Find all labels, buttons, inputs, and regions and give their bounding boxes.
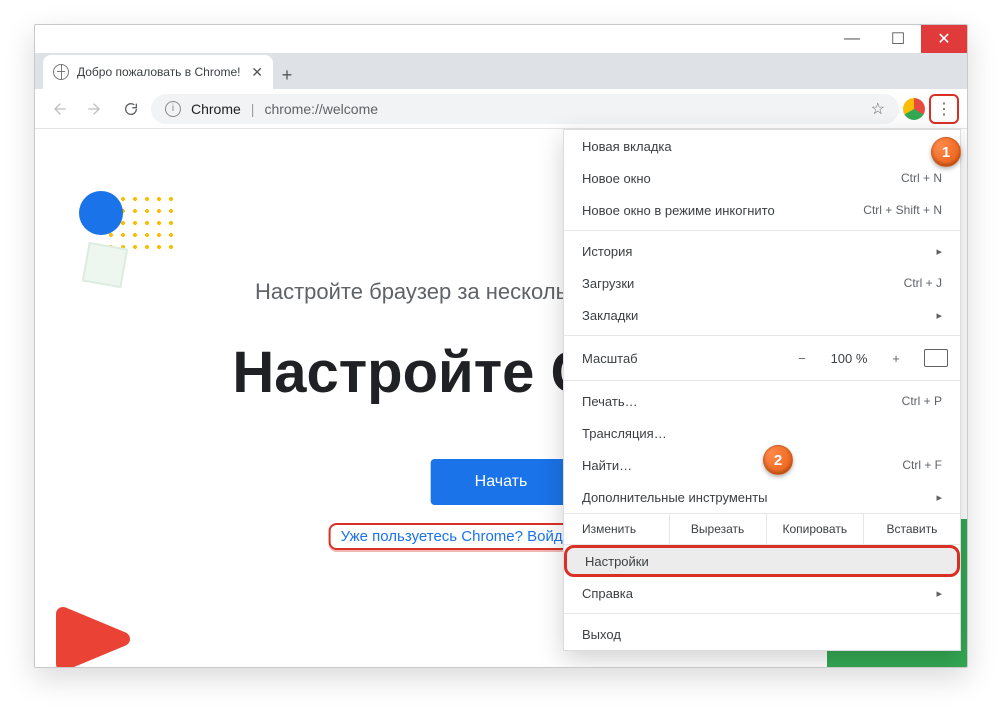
omnibox-path: chrome://welcome <box>264 101 378 117</box>
menu-label: Загрузки <box>582 276 634 291</box>
kebab-icon: ⋮ <box>936 99 952 119</box>
browser-tab[interactable]: Добро пожаловать в Chrome! ✕ <box>43 55 273 89</box>
menu-shortcut: Ctrl + Shift + N <box>863 203 942 217</box>
menu-copy[interactable]: Копировать <box>767 514 864 544</box>
menu-shortcut: Ctrl + P <box>902 394 942 408</box>
window-titlebar: — ☐ ✕ <box>35 25 967 53</box>
forward-button[interactable] <box>79 93 111 125</box>
menu-label: Настройки <box>585 554 649 569</box>
menu-shortcut: Ctrl + J <box>904 276 942 290</box>
decorative-circle <box>79 191 123 235</box>
menu-label: Новая вкладка <box>582 139 672 154</box>
menu-history[interactable]: История ▸ <box>564 235 960 267</box>
reload-icon <box>123 101 139 117</box>
new-tab-button[interactable]: + <box>273 61 301 89</box>
chevron-right-icon: ▸ <box>936 245 942 258</box>
menu-cut[interactable]: Вырезать <box>670 514 767 544</box>
menu-cast[interactable]: Трансляция… <box>564 417 960 449</box>
menu-incognito[interactable]: Новое окно в режиме инкогнито Ctrl + Shif… <box>564 194 960 226</box>
menu-settings[interactable]: Настройки <box>564 545 960 577</box>
zoom-in-button[interactable]: + <box>882 351 910 366</box>
omnibox-host: Chrome <box>191 101 241 117</box>
back-button[interactable] <box>43 93 75 125</box>
decorative-triangle <box>53 599 133 667</box>
menu-new-tab[interactable]: Новая вкладка <box>564 130 960 162</box>
browser-window: — ☐ ✕ Добро пожаловать в Chrome! ✕ + i C… <box>34 24 968 668</box>
start-button[interactable]: Начать <box>431 459 572 505</box>
menu-new-window[interactable]: Новое окно Ctrl + N <box>564 162 960 194</box>
menu-bookmarks[interactable]: Закладки ▸ <box>564 299 960 331</box>
menu-label: Дополнительные инструменты <box>582 490 768 505</box>
menu-label: История <box>582 244 632 259</box>
menu-label: Новое окно в режиме инкогнито <box>582 203 775 218</box>
menu-help[interactable]: Справка ▸ <box>564 577 960 609</box>
menu-more-tools[interactable]: Дополнительные инструменты ▸ <box>564 481 960 513</box>
browser-toolbar: i Chrome | chrome://welcome ☆ ⋮ <box>35 89 967 129</box>
window-close-button[interactable]: ✕ <box>921 25 967 53</box>
chevron-right-icon: ▸ <box>936 491 942 504</box>
tab-strip: Добро пожаловать в Chrome! ✕ + <box>35 53 967 89</box>
chevron-right-icon: ▸ <box>936 587 942 600</box>
arrow-right-icon <box>87 101 103 117</box>
menu-label: Печать… <box>582 394 638 409</box>
menu-paste[interactable]: Вставить <box>864 514 960 544</box>
chrome-menu: Новая вкладка Новое окно Ctrl + N Новое о… <box>563 129 961 651</box>
menu-edit-row: Изменить Вырезать Копировать Вставить <box>564 513 960 545</box>
menu-label: Выход <box>582 627 621 642</box>
menu-find[interactable]: Найти… Ctrl + F <box>564 449 960 481</box>
chrome-menu-button[interactable]: ⋮ <box>929 94 959 124</box>
zoom-value: 100 % <box>822 351 876 366</box>
tab-title: Добро пожаловать в Chrome! <box>77 65 241 79</box>
window-maximize-button[interactable]: ☐ <box>875 25 921 53</box>
callout-badge-2: 2 <box>763 445 793 475</box>
menu-label: Справка <box>582 586 633 601</box>
menu-label: Трансляция… <box>582 426 667 441</box>
menu-shortcut: Ctrl + N <box>901 171 942 185</box>
chevron-right-icon: ▸ <box>936 309 942 322</box>
bookmark-star-icon[interactable]: ☆ <box>871 99 885 119</box>
omnibox-separator: | <box>251 101 255 117</box>
zoom-out-button[interactable]: − <box>788 351 816 366</box>
fullscreen-icon[interactable] <box>924 349 948 367</box>
menu-label: Найти… <box>582 458 632 473</box>
reload-button[interactable] <box>115 93 147 125</box>
menu-downloads[interactable]: Загрузки Ctrl + J <box>564 267 960 299</box>
menu-zoom-row: Масштаб − 100 % + <box>564 340 960 376</box>
arrow-left-icon <box>51 101 67 117</box>
menu-edit-label: Изменить <box>564 514 670 544</box>
menu-label: Масштаб <box>582 351 782 366</box>
menu-exit[interactable]: Выход <box>564 618 960 650</box>
tab-close-icon[interactable]: ✕ <box>251 64 263 81</box>
menu-label: Закладки <box>582 308 638 323</box>
menu-shortcut: Ctrl + F <box>902 458 942 472</box>
profile-avatar[interactable] <box>903 98 925 120</box>
window-minimize-button[interactable]: — <box>829 25 875 53</box>
address-bar[interactable]: i Chrome | chrome://welcome ☆ <box>151 94 899 124</box>
callout-badge-1: 1 <box>931 137 961 167</box>
globe-icon <box>53 64 69 80</box>
menu-label: Новое окно <box>582 171 651 186</box>
menu-print[interactable]: Печать… Ctrl + P <box>564 385 960 417</box>
site-info-icon[interactable]: i <box>165 101 181 117</box>
